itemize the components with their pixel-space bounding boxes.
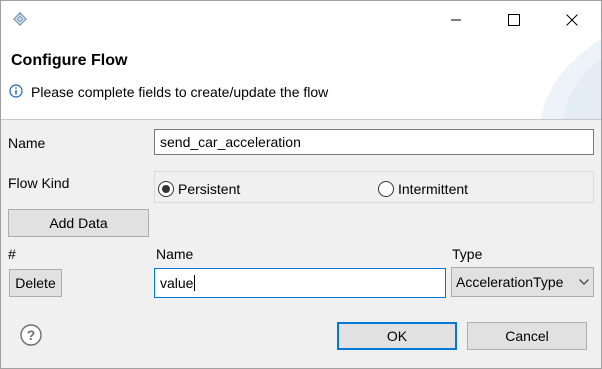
column-header-index: # xyxy=(8,246,16,262)
app-icon xyxy=(13,12,27,26)
column-header-type: Type xyxy=(452,246,483,262)
header-message: Please complete fields to create/update … xyxy=(31,84,329,100)
radio-intermittent-indicator xyxy=(378,181,394,197)
text-caret xyxy=(194,275,196,291)
delete-row-button[interactable]: Delete xyxy=(9,269,62,297)
radio-persistent-indicator xyxy=(158,181,174,197)
flow-kind-label: Flow Kind xyxy=(8,175,70,191)
radio-persistent[interactable]: Persistent xyxy=(158,181,240,197)
name-label: Name xyxy=(8,135,46,151)
data-name-value: value xyxy=(160,275,194,291)
ok-button[interactable]: OK xyxy=(337,322,457,350)
radio-intermittent-label: Intermittent xyxy=(398,181,469,197)
column-header-name: Name xyxy=(156,246,194,262)
maximize-button[interactable] xyxy=(485,1,543,39)
close-button[interactable] xyxy=(543,1,601,39)
flow-name-value: send_car_acceleration xyxy=(160,134,301,150)
chevron-down-icon xyxy=(579,279,589,285)
minimize-icon xyxy=(451,19,461,21)
add-data-button[interactable]: Add Data xyxy=(8,209,149,237)
dialog-title: Configure Flow xyxy=(11,52,128,69)
info-icon xyxy=(9,84,23,98)
help-icon[interactable]: ? xyxy=(20,324,42,346)
data-type-select[interactable]: AccelerationType xyxy=(451,267,594,297)
flow-kind-radio-group: Persistent Intermittent xyxy=(154,171,594,203)
data-type-value: AccelerationType xyxy=(456,274,564,290)
cancel-button[interactable]: Cancel xyxy=(467,322,587,350)
flow-name-input[interactable]: send_car_acceleration xyxy=(154,129,594,155)
radio-intermittent[interactable]: Intermittent xyxy=(378,181,468,197)
radio-persistent-label: Persistent xyxy=(178,181,241,197)
configure-flow-dialog: Configure Flow Please complete fields to… xyxy=(0,0,602,369)
maximize-icon xyxy=(508,14,520,26)
header-decoration xyxy=(541,39,601,119)
svg-text:?: ? xyxy=(27,327,36,343)
dialog-header: Configure Flow Please complete fields to… xyxy=(1,39,601,120)
minimize-button[interactable] xyxy=(427,1,485,39)
title-bar xyxy=(1,1,601,39)
close-icon xyxy=(566,14,578,26)
data-name-input[interactable]: value xyxy=(154,268,446,298)
